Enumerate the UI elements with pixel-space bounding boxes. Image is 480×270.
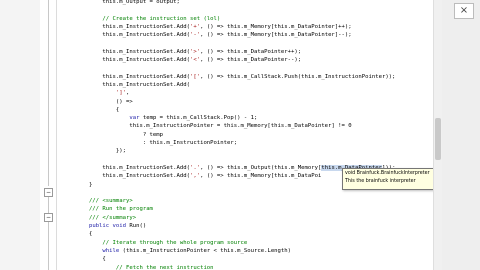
code-line[interactable] [62, 39, 432, 47]
left-letterbox [0, 0, 40, 270]
code-token: this.m_InstructionSet.Add( [62, 23, 190, 30]
collapse-summary-icon[interactable]: − [44, 188, 53, 197]
code-token: , () => this.m_CallStack.Push(this.m_Ins… [200, 73, 396, 80]
code-token: }); [62, 148, 126, 155]
code-line[interactable]: { [62, 106, 432, 114]
code-token: { [62, 231, 93, 238]
code-comment: /// Run the program [62, 206, 153, 213]
collapse-method-icon[interactable]: − [44, 213, 53, 222]
code-line[interactable]: this.m_InstructionSet.Add('+', () => thi… [62, 23, 432, 31]
code-string: '[' [189, 73, 201, 80]
code-comment: /// </summary> [62, 214, 137, 221]
code-token: ? temp [62, 131, 164, 138]
code-token: , [126, 90, 130, 97]
code-comment: // Iterate through the whole program sou… [62, 239, 248, 246]
code-line[interactable]: /// </summary> [62, 214, 432, 222]
code-line[interactable] [62, 64, 432, 72]
quick-info-tooltip: void Brainfuck.BrainfuckInterpreter This… [342, 168, 446, 190]
code-token: temp = this.m_CallStack.Pop() - 1; [139, 115, 258, 122]
tooltip-description: This the brainfuck interpreter [345, 179, 416, 184]
code-line[interactable]: this.m_InstructionSet.Add( [62, 81, 432, 89]
code-line[interactable]: while (this.m_InstructionPointer < this.… [62, 247, 432, 255]
code-token: , () => this.m_Output(this.m_Memory[ [200, 164, 322, 171]
scrollbar-thumb[interactable] [435, 118, 441, 160]
code-line[interactable]: this.m_InstructionPointer = this.m_Memor… [62, 122, 432, 130]
code-token: this.m_InstructionSet.Add( [62, 48, 190, 55]
code-line[interactable]: this.m_InstructionSet.Add('[', () => thi… [62, 73, 432, 81]
code-line[interactable]: }); [62, 147, 432, 155]
code-comment: /// <summary> [62, 198, 133, 205]
code-line[interactable]: this.m_InstructionSet.Add('>', () => thi… [62, 48, 432, 56]
code-token: { [62, 106, 120, 113]
code-line[interactable]: public void Run() [62, 222, 432, 230]
code-line[interactable]: ']', [62, 89, 432, 97]
code-line[interactable] [62, 156, 432, 164]
code-token: this.m_Output = output; [62, 0, 180, 5]
code-token: this.m_InstructionSet.Add( [62, 164, 190, 171]
code-line[interactable] [62, 189, 432, 197]
code-token: , () => this.m_Memory[this.m_DataPointer… [200, 23, 352, 30]
code-string: ',' [189, 173, 201, 180]
code-keyword: while [102, 247, 120, 254]
tooltip-signature: void Brainfuck.BrainfuckInterpreter [345, 171, 430, 176]
code-keyword: var [129, 115, 140, 122]
code-string: ']' [115, 90, 126, 97]
code-token: , () => this.m_DataPointer--); [200, 57, 302, 64]
code-line[interactable]: this.m_InstructionSet.Add('<', () => thi… [62, 56, 432, 64]
outline-guide-line [48, 222, 49, 270]
code-token: this.m_InstructionPointer = this.m_Memor… [62, 123, 352, 130]
vertical-scrollbar[interactable] [433, 0, 442, 270]
code-token: (this.m_InstructionPointer < this.m_Sour… [119, 247, 292, 254]
code-token: this.m_InstructionSet.Add( [62, 73, 190, 80]
code-token: this.m_InstructionSet.Add( [62, 32, 190, 39]
close-button[interactable]: × [454, 3, 474, 19]
code-comment: // Create the instruction set (lol) [62, 15, 221, 22]
right-letterbox: × [442, 0, 480, 270]
outline-guide-line [48, 0, 49, 186]
code-string: '.' [189, 164, 201, 171]
code-line[interactable]: : this.m_InstructionPointer; [62, 139, 432, 147]
code-editor[interactable]: − − this.m_Output = output; // Create th… [40, 0, 446, 270]
code-comment: // Fetch the next instruction [62, 264, 214, 270]
code-token: , () => this.m_Memory[this.m_DataPoi [200, 173, 322, 180]
video-frame: − − this.m_Output = output; // Create th… [0, 0, 480, 270]
code-line[interactable]: ? temp [62, 131, 432, 139]
code-string: '-' [189, 32, 201, 39]
code-line[interactable] [62, 6, 432, 14]
code-token: { [62, 256, 106, 263]
code-line[interactable]: { [62, 230, 432, 238]
code-line[interactable]: /// Run the program [62, 205, 432, 213]
code-token: , () => this.m_Memory[this.m_DataPointer… [200, 32, 352, 39]
code-line[interactable]: () => [62, 98, 432, 106]
code-line[interactable]: // Iterate through the whole program sou… [62, 239, 432, 247]
code-token: () => [62, 98, 133, 105]
code-token: this.m_InstructionSet.Add( [62, 81, 190, 88]
code-token: this.m_InstructionSet.Add( [62, 173, 190, 180]
code-line[interactable]: /// <summary> [62, 197, 432, 205]
code-token: : this.m_InstructionPointer; [62, 140, 238, 147]
code-string: '+' [189, 23, 201, 30]
code-token: this.m_InstructionSet.Add( [62, 57, 190, 64]
code-line[interactable]: { [62, 255, 432, 263]
code-token: Run() [126, 223, 147, 230]
code-line[interactable]: this.m_InstructionSet.Add('-', () => thi… [62, 31, 432, 39]
code-text-area[interactable]: this.m_Output = output; // Create the in… [62, 0, 432, 270]
code-string: '<' [189, 57, 201, 64]
outlining-gutter: − − [40, 0, 57, 270]
code-line[interactable]: // Create the instruction set (lol) [62, 15, 432, 23]
code-line[interactable]: // Fetch the next instruction [62, 264, 432, 270]
code-keyword: public void [88, 223, 126, 230]
code-line[interactable]: var temp = this.m_CallStack.Pop() - 1; [62, 114, 432, 122]
code-string: '>' [189, 48, 201, 55]
code-token: } [62, 181, 93, 188]
outline-guide-line [48, 197, 49, 213]
code-token: , () => this.m_DataPointer++); [200, 48, 302, 55]
